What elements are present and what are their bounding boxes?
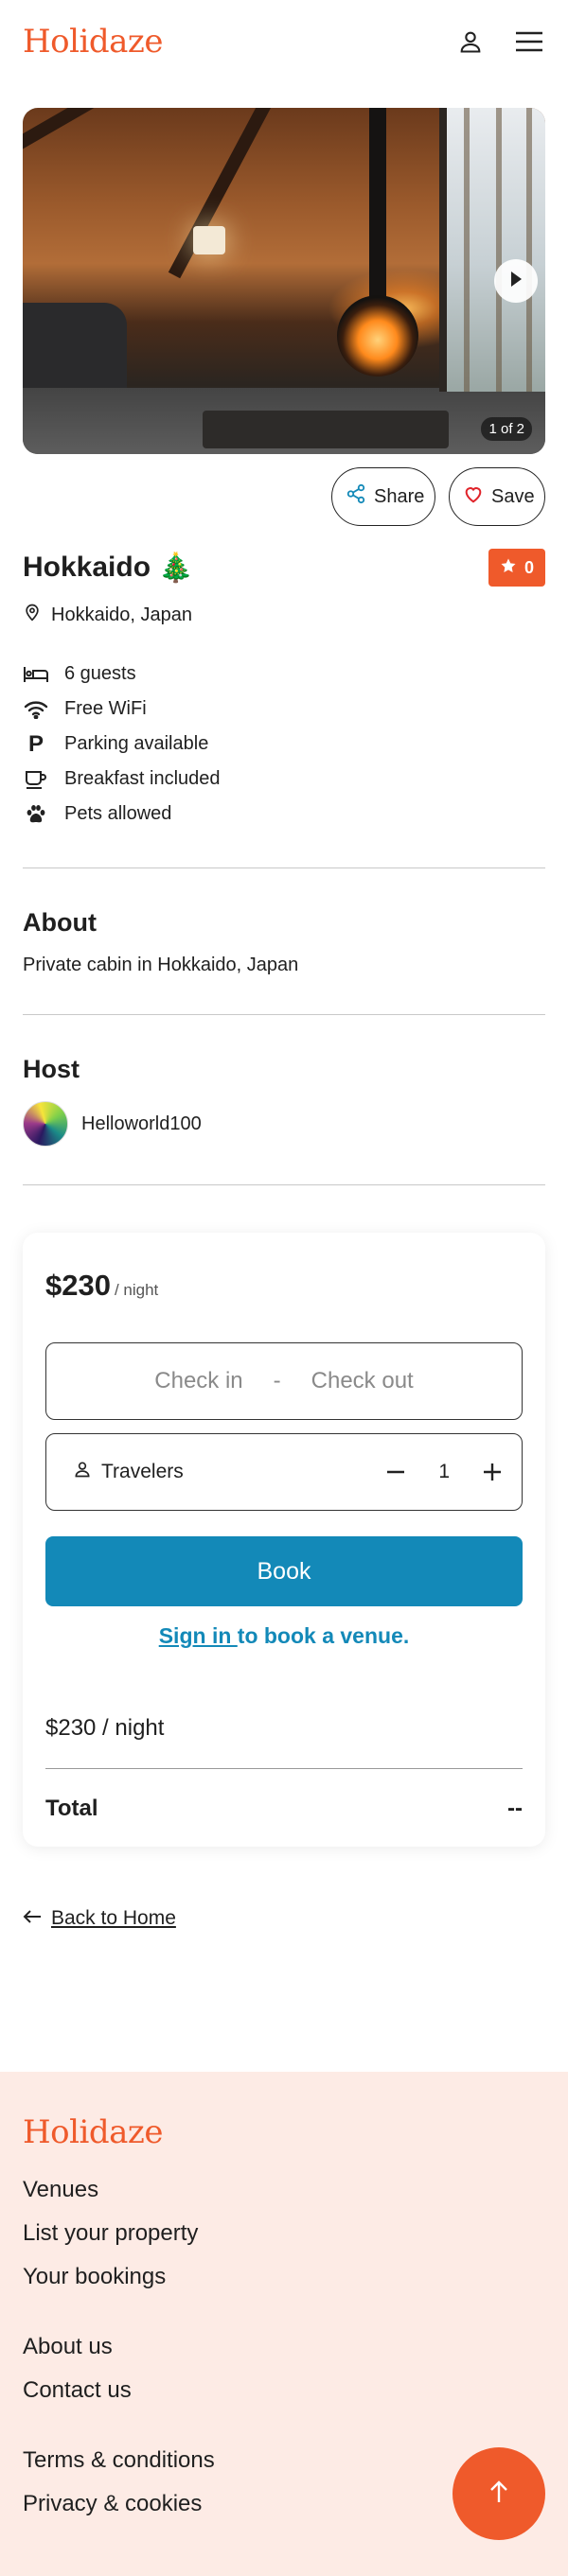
scroll-to-top-button[interactable] <box>453 2447 545 2540</box>
total-label: Total <box>45 1796 98 1821</box>
check-out-field[interactable]: Check out <box>311 1368 414 1394</box>
price-unit: / night <box>114 1281 159 1299</box>
footer-logo[interactable]: Holidaze <box>23 2113 545 2151</box>
amenity-label: Parking available <box>64 733 209 754</box>
footer-link-venues[interactable]: Venues <box>23 2168 545 2212</box>
about-heading: About <box>23 908 97 937</box>
increment-button[interactable] <box>482 1462 503 1482</box>
footer-links-venues: Venues List your property Your bookings <box>23 2168 545 2299</box>
price-header: $230 / night <box>45 1269 523 1303</box>
amenities-list: 6 guests Free WiFi P Parking available B… <box>0 628 568 832</box>
share-icon <box>346 483 366 510</box>
footer-links-company: About us Contact us <box>23 2325 545 2412</box>
site-footer: Holidaze Venues List your property Your … <box>0 2072 568 2576</box>
signin-prompt: Sign in to book a venue. <box>45 1623 523 1649</box>
photo-detail <box>23 108 319 159</box>
rating-badge: 0 <box>488 549 545 587</box>
host-section: Host Helloworld100 <box>0 1015 568 1184</box>
amenity-guests: 6 guests <box>23 657 545 692</box>
photo-detail <box>203 411 449 448</box>
date-separator: - <box>273 1368 281 1393</box>
map-pin-icon <box>23 602 42 628</box>
star-icon <box>500 557 517 579</box>
venue-title-row: Hokkaido 🎄 0 <box>0 526 568 587</box>
venue-actions: Share Save <box>0 454 568 526</box>
arrow-up-icon <box>488 2480 509 2509</box>
header-icons <box>454 26 545 58</box>
logo[interactable]: Holidaze <box>23 23 163 61</box>
gallery-next-button[interactable] <box>494 259 538 303</box>
amenity-label: Free WiFi <box>64 698 147 719</box>
photo-detail <box>193 226 225 254</box>
decrement-button[interactable] <box>385 1462 406 1482</box>
price-amount: $230 <box>45 1269 111 1302</box>
back-to-home-link[interactable]: Back to Home <box>51 1907 176 1930</box>
about-section: About Private cabin in Hokkaido, Japan <box>0 868 568 1014</box>
photo-detail <box>369 108 386 299</box>
venue-photo-gallery[interactable]: 1 of 2 <box>23 108 545 454</box>
rating-value: 0 <box>524 557 534 577</box>
amenity-breakfast: Breakfast included <box>23 762 545 797</box>
host-heading: Host <box>23 1055 80 1083</box>
date-range-picker[interactable]: Check in - Check out <box>45 1342 523 1420</box>
parking-icon: P <box>27 730 44 757</box>
save-label: Save <box>491 485 535 507</box>
about-text: Private cabin in Hokkaido, Japan <box>23 955 299 975</box>
heart-icon <box>463 483 484 510</box>
venue-location: Hokkaido, Japan <box>0 587 568 628</box>
back-to-home: Back to Home <box>0 1847 568 1930</box>
book-button[interactable]: Book <box>45 1536 523 1606</box>
amenity-label: Breakfast included <box>64 768 221 789</box>
chevron-right-icon <box>508 271 524 292</box>
paw-icon <box>23 804 49 825</box>
travelers-label-group: Travelers <box>73 1460 184 1484</box>
photo-counter: 1 of 2 <box>481 417 532 441</box>
check-in-field[interactable]: Check in <box>154 1368 242 1394</box>
user-icon[interactable] <box>454 26 487 58</box>
amenity-parking: P Parking available <box>23 727 545 762</box>
amenity-pets: Pets allowed <box>23 797 545 832</box>
venue-title: Hokkaido 🎄 <box>23 552 193 585</box>
section-divider <box>23 1184 545 1185</box>
arrow-left-icon <box>23 1907 42 1930</box>
share-label: Share <box>374 485 425 507</box>
hamburger-menu-icon[interactable] <box>513 26 545 58</box>
photo-detail <box>337 295 418 377</box>
avatar <box>23 1101 68 1147</box>
card-divider <box>45 1768 523 1769</box>
tree-emoji: 🎄 <box>158 552 194 584</box>
save-button[interactable]: Save <box>449 467 545 526</box>
photo-detail <box>439 108 545 392</box>
signin-suffix: to book a venue. <box>237 1623 410 1648</box>
footer-link-about[interactable]: About us <box>23 2325 545 2369</box>
host-name: Helloworld100 <box>81 1113 202 1134</box>
travelers-count: 1 <box>438 1461 450 1482</box>
site-header: Holidaze <box>0 0 568 83</box>
amenity-label: 6 guests <box>64 663 136 684</box>
footer-link-contact[interactable]: Contact us <box>23 2369 545 2412</box>
travelers-field: Travelers 1 <box>45 1433 523 1511</box>
venue-name: Hokkaido <box>23 552 151 583</box>
bed-icon <box>23 665 49 684</box>
total-value: -- <box>507 1796 523 1821</box>
amenity-label: Pets allowed <box>64 803 172 824</box>
footer-link-list-property[interactable]: List your property <box>23 2212 545 2255</box>
wifi-icon <box>23 700 49 719</box>
signin-link[interactable]: Sign in <box>159 1623 238 1648</box>
user-icon <box>73 1460 92 1484</box>
price-per-night-line: $230 / night <box>45 1715 165 1741</box>
booking-card: $230 / night Check in - Check out Travel… <box>23 1233 545 1847</box>
total-row: Total -- <box>45 1796 523 1822</box>
host-row: Helloworld100 <box>23 1101 545 1147</box>
coffee-cup-icon <box>23 769 49 790</box>
location-text: Hokkaido, Japan <box>51 604 192 625</box>
amenity-wifi: Free WiFi <box>23 692 545 727</box>
travelers-label: Travelers <box>101 1461 184 1482</box>
travelers-stepper: 1 <box>385 1461 503 1483</box>
footer-link-your-bookings[interactable]: Your bookings <box>23 2255 545 2299</box>
share-button[interactable]: Share <box>331 467 435 526</box>
